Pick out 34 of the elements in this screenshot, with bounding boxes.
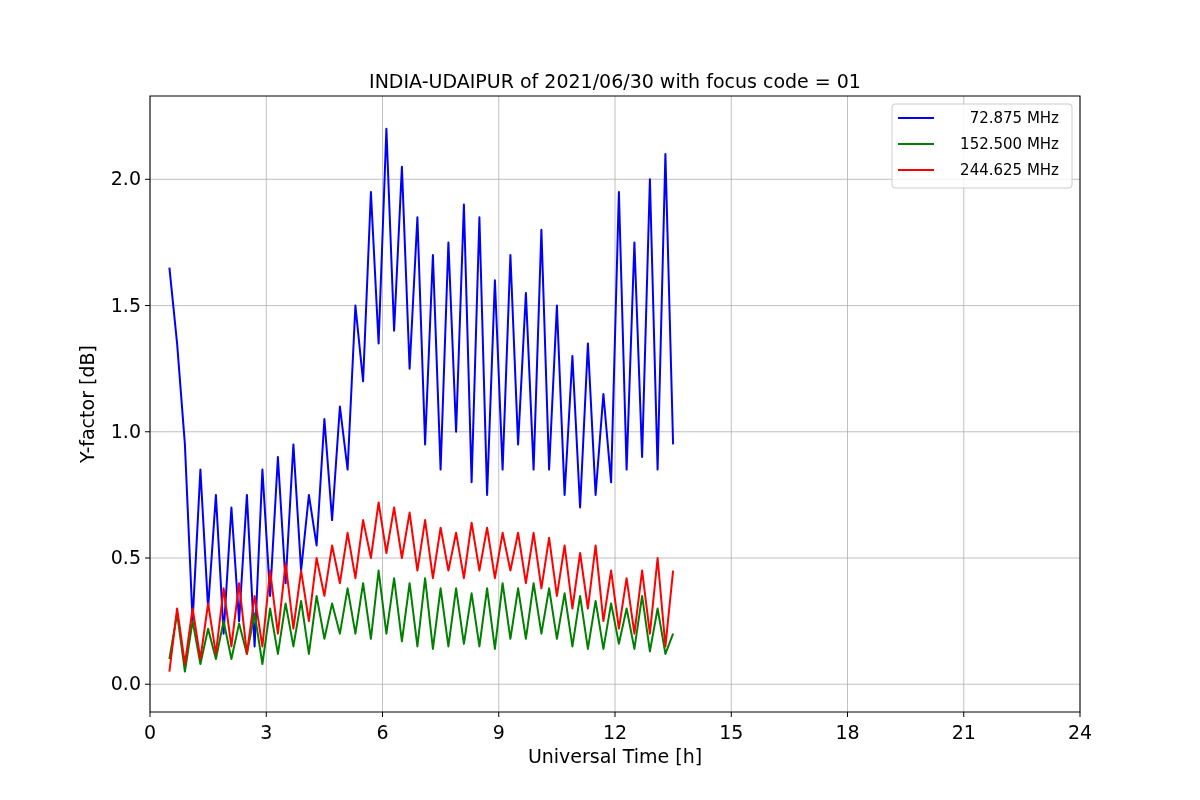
x-tick-label: 24 [1067,721,1093,743]
x-tick-label: 9 [492,721,505,743]
tick-mark [144,557,151,559]
x-tick-label: 12 [602,721,628,743]
tick-mark [847,711,848,718]
tick-mark [963,711,965,718]
tick-mark [382,711,383,718]
y-tick-label: 1.5 [110,293,141,316]
x-tick-label: 0 [143,721,157,743]
x-tick-label: 6 [376,721,389,743]
legend-label: 152.500 MHz [960,135,1059,153]
x-tick-label: 21 [951,721,976,743]
x-tick-label: 18 [835,721,860,743]
tick-mark [144,178,151,180]
tick-mark [144,431,151,433]
tick-mark [144,305,151,307]
x-tick-label: 3 [260,721,273,743]
y-tick-label: 1.0 [110,419,141,442]
legend-label: 244.625 MHz [960,161,1059,179]
tick-mark [730,711,732,718]
x-tick-label: 15 [719,721,744,743]
y-axis-label: Y-factor [dB] [76,345,98,463]
chart-title: INDIA-UDAIPUR of 2021/06/30 with focus code = 01 [369,70,861,92]
y-tick-label: 0.0 [110,672,141,695]
tick-mark [614,711,616,718]
y-tick-label: 2.0 [110,167,141,190]
x-axis-label: Universal Time [h] [527,745,703,767]
tick-mark [144,683,151,685]
tick-mark [149,711,151,718]
tick-mark [1079,711,1081,718]
y-tick-label: 0.5 [110,546,141,568]
tick-mark [498,711,500,718]
legend-label: 72.875 MHz [969,109,1059,127]
tick-mark [265,711,267,718]
